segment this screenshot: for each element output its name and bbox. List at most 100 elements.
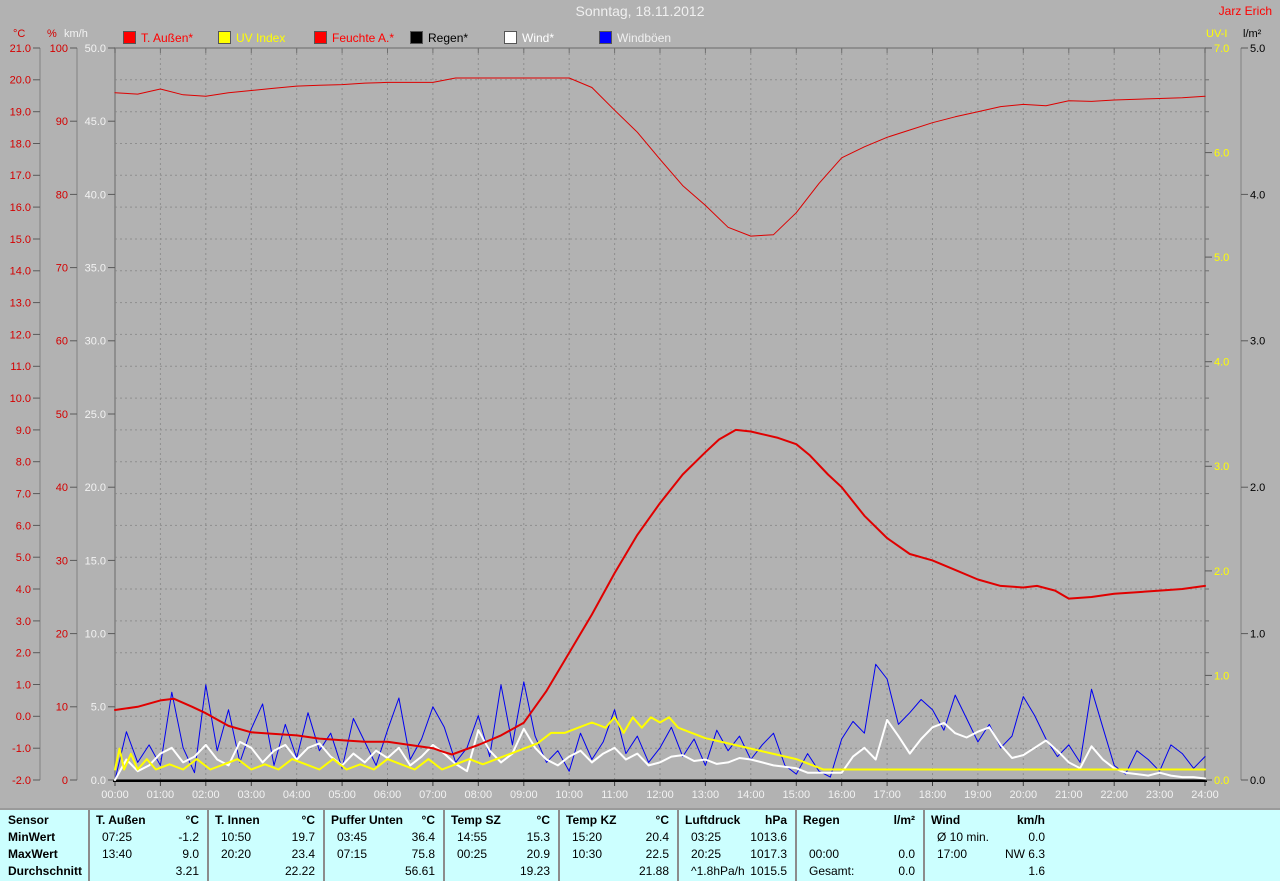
- table-cell-value: 0.0: [1028, 830, 1045, 844]
- svg-text:06:00: 06:00: [374, 789, 402, 801]
- svg-text:24:00: 24:00: [1191, 789, 1219, 801]
- table-cell-value: 22.5: [645, 847, 669, 861]
- svg-text:2.0: 2.0: [1250, 482, 1265, 494]
- y-axis-percent: 1009080706050403020100: [50, 43, 78, 787]
- svg-text:25.0: 25.0: [85, 409, 106, 421]
- svg-text:23:00: 23:00: [1146, 789, 1174, 801]
- table-cell-value: 22.22: [284, 864, 315, 878]
- svg-text:19.0: 19.0: [10, 107, 31, 119]
- table-cell-time: 03:45: [337, 830, 368, 844]
- table-group-name: Regen: [803, 813, 840, 827]
- table-group-name: Puffer Unten: [331, 813, 403, 827]
- table-group-regen: Regen l/m² 00:00 0.0 Gesamt: 0.0: [795, 810, 925, 881]
- svg-text:4.0: 4.0: [16, 584, 31, 596]
- table-cell-value: 20.4: [645, 830, 669, 844]
- svg-text:18.0: 18.0: [10, 138, 31, 150]
- table-row-label: MinWert: [8, 830, 56, 844]
- tick-marks: [114, 47, 1209, 786]
- table-cell-value: 0.0: [898, 864, 915, 878]
- svg-text:20.0: 20.0: [10, 75, 31, 87]
- svg-text:2.0: 2.0: [1214, 566, 1229, 578]
- svg-text:40: 40: [56, 482, 68, 494]
- svg-text:0.0: 0.0: [91, 775, 106, 787]
- svg-text:-2.0: -2.0: [12, 775, 31, 787]
- table-group-name: Temp KZ: [566, 813, 617, 827]
- y-axis-kmh: 50.0 45.0 40.0 35.0 30.0 25.0 20.0 15.0 10.0 5.0 0…: [85, 43, 115, 787]
- table-group-name: Luftdruck: [685, 813, 741, 827]
- svg-text:0.0: 0.0: [1250, 775, 1265, 787]
- table-group-unit: hPa: [764, 813, 787, 827]
- table-cell-time: 20:20: [221, 847, 252, 861]
- table-row-label: MaxWert: [8, 847, 58, 861]
- table-cell-time: 07:25: [102, 830, 133, 844]
- table-cell-time: Ø 10 min.: [937, 830, 990, 844]
- svg-text:1.0: 1.0: [16, 679, 31, 691]
- table-group-name: Temp SZ: [451, 813, 501, 827]
- table-cell-time: 03:25: [691, 830, 722, 844]
- y-axis-uv: 7.0 6.0 5.0 4.0 3.0 2.0 1.0 0.0: [1205, 43, 1229, 787]
- svg-text:00:00: 00:00: [101, 789, 129, 801]
- gridlines: [115, 48, 1205, 780]
- table-cell-time: 14:55: [457, 830, 488, 844]
- table-group-luftdruck: Luftdruck hPa 03:25 1013.6 20:25 1017.3 ^1.8hP…: [677, 810, 797, 881]
- table-row-labels: Sensor MinWert MaxWert Durchschnitt: [0, 810, 88, 881]
- svg-text:10.0: 10.0: [10, 393, 31, 405]
- table-group-wind: Wind km/h Ø 10 min. 0.0 17:00 NW 6.3 1.6: [923, 810, 1280, 881]
- svg-text:17:00: 17:00: [873, 789, 901, 801]
- svg-text:18:00: 18:00: [919, 789, 947, 801]
- table-cell-value: NW 6.3: [1004, 847, 1045, 861]
- svg-text:05:00: 05:00: [328, 789, 356, 801]
- table-group-unit: °C: [536, 813, 550, 827]
- svg-text:80: 80: [56, 189, 68, 201]
- svg-text:5.0: 5.0: [16, 552, 31, 564]
- table-cell-time: 20:25: [691, 847, 722, 861]
- svg-text:14:00: 14:00: [737, 789, 765, 801]
- table-group-temp-sz: Temp SZ °C 14:55 15.3 00:25 20.9 19.23: [443, 810, 560, 881]
- svg-text:15.0: 15.0: [85, 555, 106, 567]
- svg-text:17.0: 17.0: [10, 170, 31, 182]
- svg-text:16:00: 16:00: [828, 789, 856, 801]
- svg-text:0.0: 0.0: [16, 711, 31, 723]
- svg-text:30.0: 30.0: [85, 336, 106, 348]
- y-axis-lm2: 5.0 4.0 3.0 2.0 1.0 0.0: [1240, 43, 1265, 787]
- table-cell-value: 19.7: [291, 830, 315, 844]
- table-cell-value: 0.0: [898, 847, 915, 861]
- svg-text:10: 10: [56, 702, 68, 714]
- table-cell-value: 1017.3: [750, 847, 787, 861]
- svg-text:20:00: 20:00: [1010, 789, 1038, 801]
- svg-text:6.0: 6.0: [16, 520, 31, 532]
- table-group-name: T. Außen: [96, 813, 146, 827]
- table-cell-value: 75.8: [411, 847, 435, 861]
- table-row-label: Sensor: [8, 813, 49, 827]
- svg-text:10.0: 10.0: [85, 628, 106, 640]
- table-group-t-au-en: T. Außen °C 07:25 -1.2 13:40 9.0 3.21: [88, 810, 209, 881]
- x-axis-labels: 00:00 01:00 02:00 03:00 04:00 05:00 06:00 07:00…: [101, 789, 1219, 801]
- table-cell-value: 9.0: [182, 847, 199, 861]
- table-cell-time: 15:20: [572, 830, 603, 844]
- svg-text:21:00: 21:00: [1055, 789, 1083, 801]
- svg-text:100: 100: [50, 43, 68, 55]
- svg-text:11:00: 11:00: [601, 789, 628, 801]
- svg-text:02:00: 02:00: [192, 789, 220, 801]
- svg-text:03:00: 03:00: [238, 789, 266, 801]
- table-group-name: T. Innen: [215, 813, 260, 827]
- table-cell-time: 13:40: [102, 847, 133, 861]
- table-cell-time: 07:15: [337, 847, 368, 861]
- table-row-label: Durchschnitt: [8, 864, 83, 878]
- svg-text:10:00: 10:00: [555, 789, 583, 801]
- svg-text:09:00: 09:00: [510, 789, 538, 801]
- table-cell-value: -1.2: [178, 830, 199, 844]
- table-cell-value: 21.88: [638, 864, 669, 878]
- svg-text:9.0: 9.0: [16, 425, 31, 437]
- table-group-unit: °C: [301, 813, 315, 827]
- stats-table: Sensor MinWert MaxWert Durchschnitt T. Außen…: [0, 808, 1280, 881]
- table-group-t-innen: T. Innen °C 10:50 19.7 20:20 23.4 22.22: [207, 810, 325, 881]
- weather-app-window: Sonntag, 18.11.2012 Jarz Erich °C % km/h…: [0, 0, 1280, 881]
- table-cell-time: 10:30: [572, 847, 603, 861]
- svg-text:4.0: 4.0: [1214, 357, 1229, 369]
- svg-text:-1.0: -1.0: [12, 743, 31, 755]
- table-group-unit: °C: [655, 813, 669, 827]
- svg-text:1.0: 1.0: [1214, 670, 1229, 682]
- svg-text:04:00: 04:00: [283, 789, 311, 801]
- svg-text:19:00: 19:00: [964, 789, 992, 801]
